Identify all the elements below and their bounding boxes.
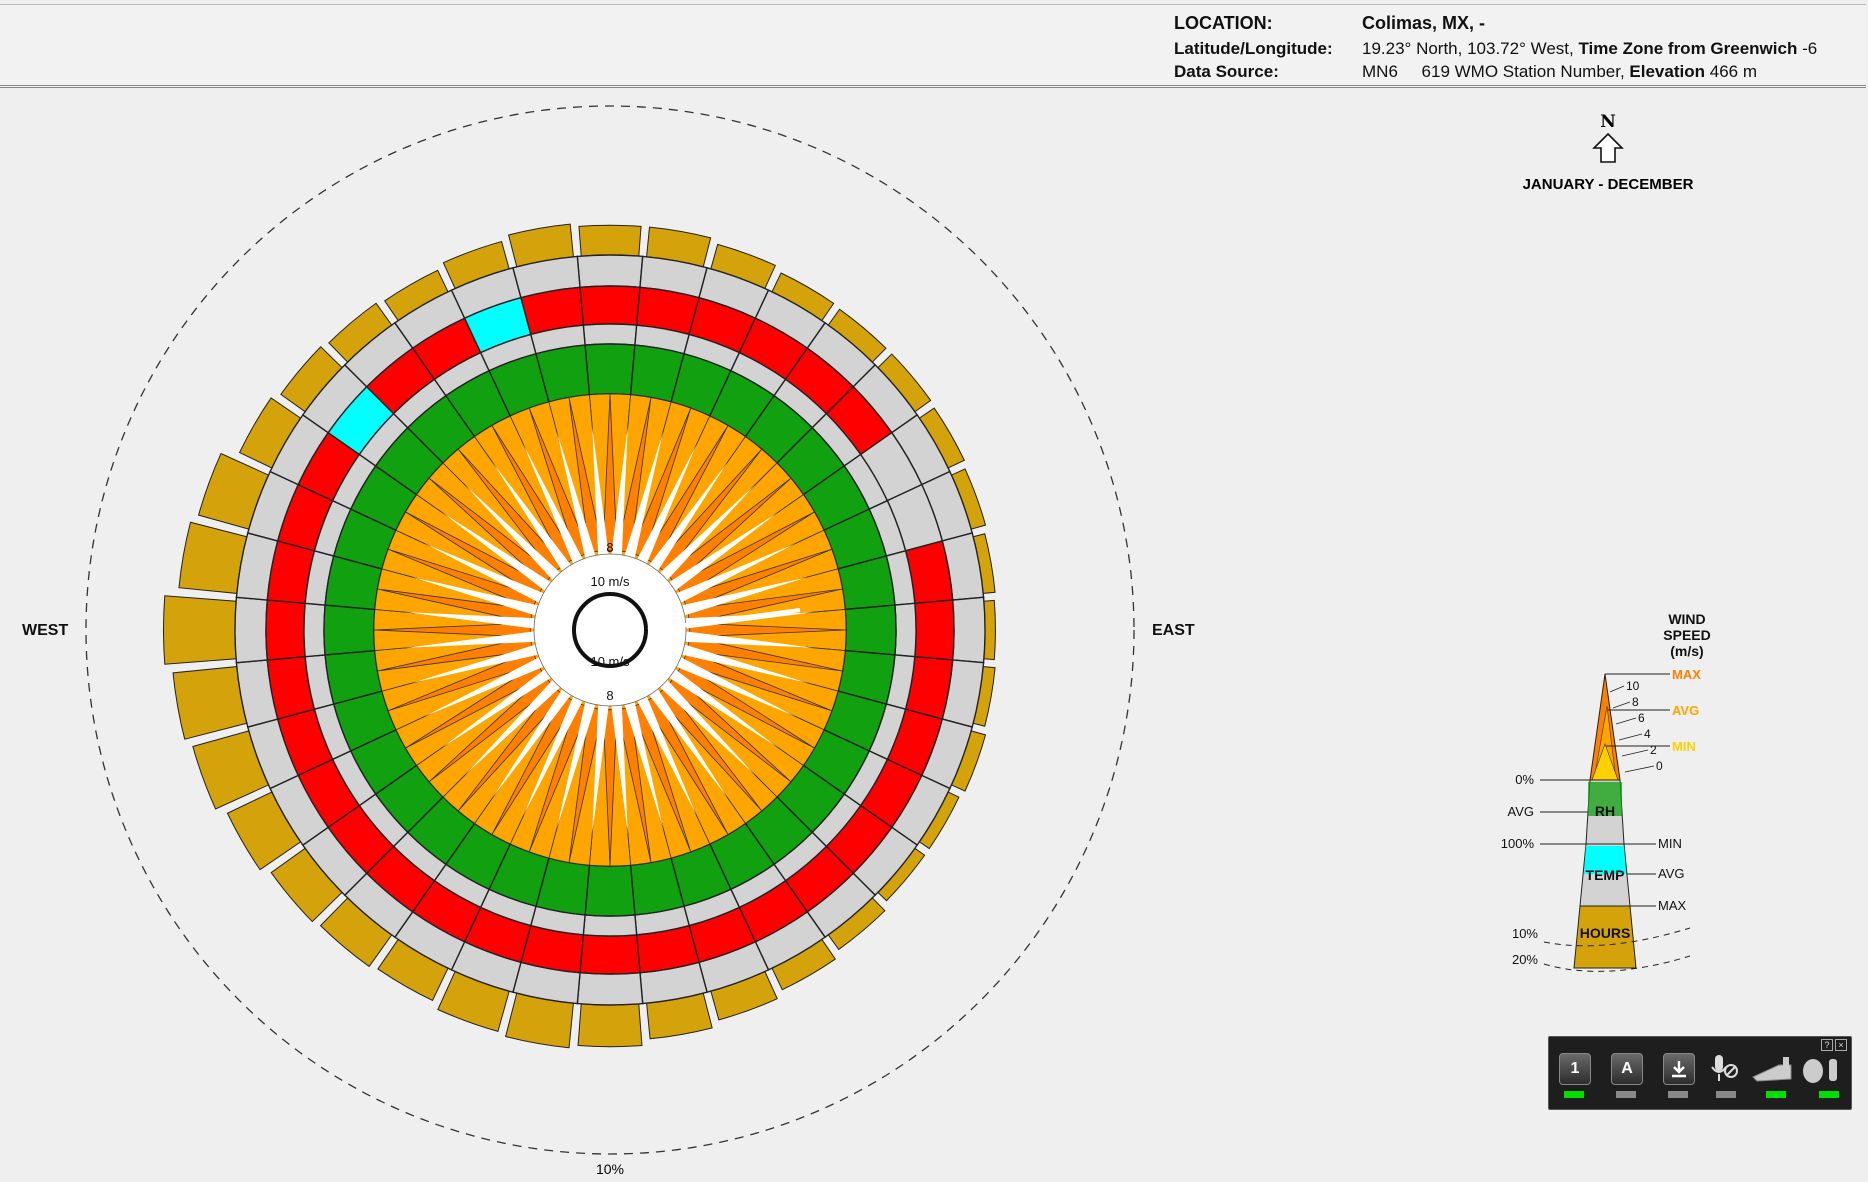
source-code: MN6 [1362,62,1398,81]
legend-tick-4: 4 [1644,727,1651,741]
legend-tick-0: 0 [1656,759,1663,773]
mic-muted-icon[interactable] [1707,1051,1741,1085]
east-label: EAST [1152,622,1195,639]
legend-panel: WINDSPEED(m/s) MAX AVG MIN 10 8 6 4 2 0 RH 0% AVG 100… [1501,611,1711,972]
grey-mid-90 [894,602,917,658]
temp-cell-0 [579,285,641,326]
download-icon [1672,1061,1686,1078]
legend-tick-line-2 [1621,749,1649,757]
source-label: Data Source: [1174,62,1279,81]
ring-10pct-label: 10% [596,1161,624,1177]
hours-bar-0 [578,224,642,257]
tick-label-top: 8 [606,540,613,555]
rh-cell-180 [584,864,636,917]
legend-tick-6: 6 [1638,711,1645,725]
legend-tick-line-6 [1615,717,1637,725]
location-value: Colimas, MX, - [1362,13,1486,33]
mouse-icon[interactable] [1799,1051,1843,1085]
legend-rh-0: 0% [1515,772,1534,787]
legend-title-wind: WIND [1668,611,1705,627]
elevation-label: Elevation [1629,62,1705,81]
status-led-4 [1716,1091,1736,1098]
grey-outer-0 [576,254,644,289]
legend-temp-min: MIN [1658,836,1682,851]
legend-tick-2: 2 [1650,743,1657,757]
legend-tick-line-4 [1618,733,1643,741]
status-led-3 [1668,1091,1688,1098]
legend-title-speed: SPEED [1663,627,1710,643]
grey-outer-180 [576,971,644,1006]
keyboard-icon[interactable] [1749,1051,1793,1085]
grey-outer-90 [951,596,986,664]
north-arrow: N [1578,112,1638,168]
grey-mid-180 [582,914,638,937]
latlon-label: Latitude/Longitude: [1174,39,1333,58]
legend-hours-10: 10% [1512,926,1538,941]
legend-temp-max: MAX [1658,898,1687,913]
rh-cell-0 [584,343,636,396]
timezone-label: Time Zone from Greenwich [1578,39,1798,58]
legend-rh-label: RH [1595,803,1615,819]
legend-min-label: MIN [1672,739,1696,754]
legend-tick-10: 10 [1626,679,1640,693]
legend-rh-100: 100% [1501,836,1535,851]
legend-rh-avg: AVG [1508,804,1535,819]
temp-cell-270 [265,599,306,661]
speed-label-bottom: 10 m/s [590,654,630,669]
legend-temp-avg: AVG [1658,866,1685,881]
tick-label-bottom: 8 [606,688,613,703]
mode-1-button[interactable]: 1 [1559,1053,1591,1085]
grey-mid-0 [582,323,638,346]
legend-max-label: MAX [1672,667,1701,682]
temp-cell-90 [914,599,955,661]
elevation-value: 466 m [1709,62,1757,81]
rh-cell-90 [844,604,897,656]
text-a-button[interactable]: A [1611,1053,1643,1085]
north-arrow-icon [1592,132,1624,163]
grey-mid-270 [303,602,326,658]
legend-avg-label: AVG [1672,703,1699,718]
north-label: N [1600,112,1616,132]
help-icon[interactable]: ? [1821,1039,1833,1051]
legend-tick-8: 8 [1632,695,1639,709]
legend-tick-line-0 [1624,765,1655,773]
accessibility-toolbar: ? × 1 A [1548,1036,1852,1110]
close-icon[interactable]: × [1835,1039,1847,1051]
legend-title-units: (m/s) [1670,643,1703,659]
period-label: JANUARY - DECEMBER [1522,176,1694,193]
latlon-value: 19.23° North, 103.72° West, [1362,39,1574,58]
latlon-text: 19.23° North, 103.72° West, Time Zone fr… [1362,39,1817,59]
source-text: MN6 619 WMO Station Number, Elevation 46… [1362,62,1757,82]
rh-cell-270 [323,604,376,656]
status-led-2 [1616,1091,1636,1098]
status-led-6 [1819,1091,1839,1098]
temp-cell-180 [579,934,641,975]
wind-wheel-chart: 10% 10 m/s 8 10 m/s 8 [85,105,1135,1177]
legend-tick-line-8 [1612,701,1631,709]
west-label: WEST [22,622,69,639]
legend-hours-20: 20% [1512,952,1538,967]
status-led-5 [1766,1091,1786,1098]
location-header: LOCATION: Colimas, MX, - Latitude/Longit… [0,4,1866,88]
hours-bar-260 [172,666,248,740]
status-led-1 [1564,1091,1584,1098]
legend-temp-label: TEMP [1586,867,1625,883]
location-label: LOCATION: [1174,13,1273,33]
speed-label-top: 10 m/s [590,574,630,589]
legend-tick-line-10 [1609,685,1625,693]
hours-bar-270 [162,595,237,665]
download-button[interactable] [1663,1053,1695,1085]
wmo-value: 619 WMO Station Number, [1421,62,1625,81]
timezone-value: -6 [1802,39,1818,58]
grey-outer-270 [234,596,269,664]
hours-bar-180 [577,1003,643,1048]
hours-bar-280 [178,521,248,594]
legend-hours-label: HOURS [1580,925,1631,941]
